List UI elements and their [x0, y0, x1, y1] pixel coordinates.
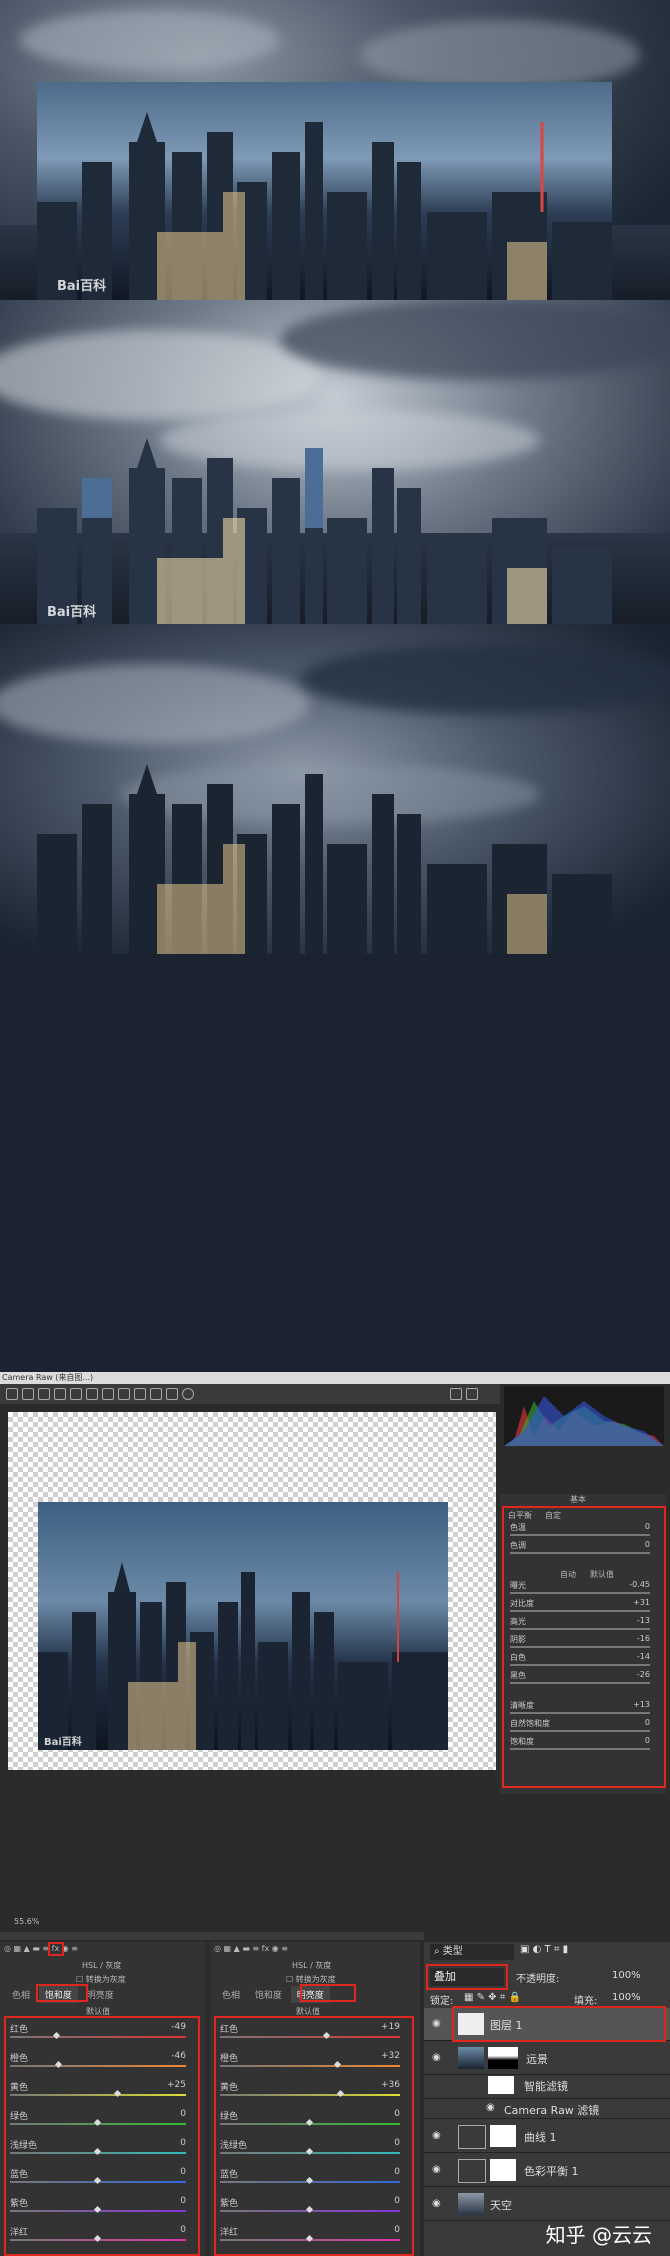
layer-row-curves[interactable]: ◉ 曲线 1	[424, 2120, 670, 2153]
layer-thumbnail	[458, 2047, 484, 2069]
layer-name: 曲线 1	[524, 2131, 557, 2144]
visibility-eye-icon[interactable]: ◉	[432, 2198, 441, 2209]
layer-row-smart-filters[interactable]: 智能滤镜	[424, 2074, 670, 2099]
hand-tool-icon[interactable]	[22, 1388, 34, 1400]
basic-panel-title: 基本	[570, 1495, 586, 1504]
color-sampler-icon[interactable]	[54, 1388, 66, 1400]
visibility-eye-icon[interactable]: ◉	[432, 2164, 441, 2175]
photo-original: Bai百科	[0, 0, 670, 300]
layer-name: 天空	[490, 2199, 512, 2212]
layer-thumbnail	[458, 2193, 484, 2215]
histogram-graph	[504, 1396, 664, 1446]
adjustment-brush-icon[interactable]	[150, 1388, 162, 1400]
radial-filter-icon[interactable]	[182, 1388, 194, 1400]
curves-adjustment-icon	[458, 2125, 486, 2149]
camera-raw-toolbar	[0, 1384, 500, 1404]
layer-mask-thumbnail	[488, 2047, 518, 2069]
highlight-layer1	[452, 2006, 666, 2042]
highlight-saturation-sliders	[4, 2016, 200, 2256]
hsl-saturation-panel: ◎ ▦ ▲ ▬ ≡ fx ◉ ≡ HSL / 灰度 ☐ 转换为灰度 色相 饱和度…	[0, 1942, 205, 2256]
visibility-eye-icon[interactable]: ◉	[486, 2102, 495, 2113]
highlight-blend-mode	[426, 1964, 508, 1990]
layer-name: 智能滤镜	[524, 2080, 568, 2093]
layer-filter-icons[interactable]: ▣ ◐ T ⌗ ▮	[520, 1944, 568, 1955]
visibility-eye-icon[interactable]: ◉	[432, 2130, 441, 2141]
visibility-eye-icon[interactable]: ◉	[432, 2018, 441, 2029]
city-skyline	[37, 112, 612, 300]
lock-icons[interactable]: ▦ ✎ ✥ ⌗ 🔒	[464, 1992, 521, 2003]
city-skyline	[37, 438, 612, 624]
city-photo: Bai百科	[37, 438, 612, 624]
city-photo-inset: Bai百科	[37, 82, 612, 300]
layer-name: 色彩平衡 1	[524, 2165, 579, 2178]
highlight-luminance-tab	[300, 1984, 356, 2002]
zoom-tool-icon[interactable]	[6, 1388, 18, 1400]
fill-label: 填充:	[574, 1996, 598, 2007]
tab-hue[interactable]: 色相	[6, 1986, 36, 2003]
photoshop-workspace: Camera Raw (来自图...) Bai百科 55.6% 基本 白平衡 自…	[0, 1372, 670, 2256]
preview-image: Bai百科	[38, 1502, 448, 1750]
preview-canvas: Bai百科	[8, 1412, 496, 1770]
tab-saturation[interactable]: 饱和度	[249, 1986, 288, 2003]
panel-icon-row: ◎ ▦ ▲ ▬ ≡ fx ◉ ≡	[214, 1944, 288, 1953]
city-photo	[37, 764, 612, 954]
credit-watermark: 知乎 @云云	[545, 2223, 652, 2247]
red-eye-icon[interactable]	[134, 1388, 146, 1400]
layer-row-sky[interactable]: ◉ 天空	[424, 2188, 670, 2221]
white-balance-tool-icon[interactable]	[38, 1388, 50, 1400]
hsl-title: HSL / 灰度	[82, 1961, 122, 1970]
highlight-hsl-tab-icon	[48, 1942, 64, 1956]
hsl-title: HSL / 灰度	[292, 1961, 332, 1970]
hsl-luminance-panel: ◎ ▦ ▲ ▬ ≡ fx ◉ ≡ HSL / 灰度 ☐ 转换为灰度 色相 饱和度…	[210, 1942, 420, 2256]
watermark: Bai百科	[44, 1737, 82, 1748]
spot-removal-icon[interactable]	[118, 1388, 130, 1400]
watermark: Bai百科	[57, 279, 107, 294]
layer-filter-select[interactable]: ⌕ 类型	[430, 1944, 514, 1960]
photo-final	[0, 624, 670, 1372]
filter-mask-thumbnail	[488, 2076, 514, 2094]
histogram	[504, 1386, 664, 1446]
fill-value[interactable]: 100%	[612, 1992, 641, 2003]
opacity-value[interactable]: 100%	[612, 1970, 641, 1981]
layer-mask-thumbnail	[490, 2125, 516, 2147]
zoom-level[interactable]: 55.6%	[14, 1917, 39, 1926]
camera-raw-title-bar: Camera Raw (来自图...)	[0, 1372, 670, 1384]
graduated-filter-icon[interactable]	[166, 1388, 178, 1400]
layer-mask-thumbnail	[490, 2159, 516, 2181]
layer-row-distant[interactable]: ◉ 远景	[424, 2042, 670, 2075]
highlight-saturation-tab	[36, 1984, 88, 2002]
layer-name: Camera Raw 滤镜	[504, 2104, 600, 2117]
layer-name: 远景	[526, 2053, 548, 2066]
layer-row-camera-raw[interactable]: ◉ Camera Raw 滤镜	[424, 2098, 670, 2119]
opacity-label: 不透明度:	[516, 1974, 560, 1985]
panel-icon-row: ◎ ▦ ▲ ▬ ≡ fx ◉ ≡	[4, 1944, 78, 1953]
highlight-luminance-sliders	[214, 2016, 414, 2256]
crop-tool-icon[interactable]	[86, 1388, 98, 1400]
target-adjust-icon[interactable]	[70, 1388, 82, 1400]
rotate-icon[interactable]	[466, 1388, 478, 1400]
city-skyline	[37, 764, 612, 954]
visibility-eye-icon[interactable]: ◉	[432, 2052, 441, 2063]
layer-row-color-balance[interactable]: ◉ 色彩平衡 1	[424, 2154, 670, 2187]
photo-sky-replaced: Bai百科	[0, 300, 670, 624]
color-balance-adjustment-icon	[458, 2159, 486, 2183]
preferences-icon[interactable]	[450, 1388, 462, 1400]
tab-hue[interactable]: 色相	[216, 1986, 246, 2003]
highlight-basic-panel	[502, 1506, 666, 1788]
lock-label: 锁定:	[430, 1996, 454, 2007]
straighten-tool-icon[interactable]	[102, 1388, 114, 1400]
watermark: Bai百科	[47, 605, 97, 620]
